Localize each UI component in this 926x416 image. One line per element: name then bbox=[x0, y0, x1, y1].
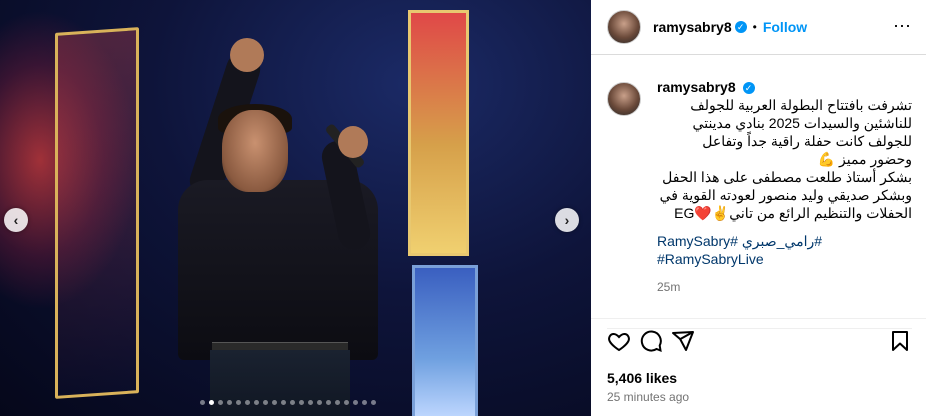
post-timestamp: 25 minutes ago bbox=[607, 390, 690, 404]
post-header: ramysabry8 ✓ • Follow ⋯ bbox=[591, 0, 926, 55]
share-icon[interactable] bbox=[671, 329, 695, 353]
chevron-left-icon: ‹ bbox=[13, 212, 19, 228]
action-bar bbox=[607, 328, 912, 353]
carousel-dot bbox=[353, 400, 358, 405]
comment-icon[interactable] bbox=[639, 329, 663, 353]
separator-dot: • bbox=[752, 20, 757, 34]
next-slide-button[interactable]: › bbox=[555, 208, 579, 232]
divider bbox=[591, 318, 926, 319]
carousel-dot bbox=[227, 400, 232, 405]
caption-username[interactable]: ramysabry8 bbox=[657, 79, 736, 95]
carousel-dot bbox=[299, 400, 304, 405]
previous-slide-button[interactable]: ‹ bbox=[4, 208, 28, 232]
carousel-dot bbox=[263, 400, 268, 405]
bookmark-icon[interactable] bbox=[888, 329, 912, 353]
carousel-dot bbox=[254, 400, 259, 405]
carousel-dot bbox=[290, 400, 295, 405]
carousel-indicator bbox=[200, 400, 376, 405]
carousel-dot bbox=[272, 400, 277, 405]
carousel-dot bbox=[335, 400, 340, 405]
carousel-dot bbox=[371, 400, 376, 405]
carousel-dot bbox=[344, 400, 349, 405]
carousel-dot bbox=[317, 400, 322, 405]
carousel-dot bbox=[236, 400, 241, 405]
verified-badge-icon: ✓ bbox=[734, 21, 747, 33]
carousel-dot bbox=[326, 400, 331, 405]
performer-figure bbox=[170, 38, 400, 416]
hashtags[interactable]: #رامي_صبري #RamySabry #RamySabryLive bbox=[657, 232, 912, 268]
caption-block: ramysabry8 ✓ تشرفت بافتتاح البطولة العرب… bbox=[607, 78, 912, 296]
caption-text: تشرفت بافتتاح البطولة العربية للجولف للن… bbox=[659, 97, 912, 221]
more-options-icon[interactable]: ⋯ bbox=[893, 16, 912, 37]
post-media[interactable]: ‹ › bbox=[0, 0, 591, 416]
carousel-dot bbox=[362, 400, 367, 405]
username-link[interactable]: ramysabry8 bbox=[653, 19, 732, 35]
stage-screen-right-lower bbox=[412, 265, 478, 416]
heart-icon[interactable] bbox=[607, 329, 631, 353]
like-count[interactable]: 5,406 likes bbox=[607, 370, 677, 386]
carousel-dot bbox=[308, 400, 313, 405]
carousel-dot bbox=[209, 400, 214, 405]
carousel-dot bbox=[281, 400, 286, 405]
avatar[interactable] bbox=[607, 10, 641, 44]
stage-screen-left bbox=[55, 27, 139, 399]
chevron-right-icon: › bbox=[564, 212, 570, 228]
caption-timestamp: 25m bbox=[657, 280, 681, 294]
carousel-dot bbox=[200, 400, 205, 405]
follow-button[interactable]: Follow bbox=[763, 19, 807, 35]
post-sidebar: ramysabry8 ✓ • Follow ⋯ ramysabry8 ✓ تشر… bbox=[591, 0, 926, 416]
stage-screen-right bbox=[408, 10, 469, 256]
verified-badge-icon: ✓ bbox=[742, 82, 755, 95]
carousel-dot bbox=[218, 400, 223, 405]
caption-avatar[interactable] bbox=[607, 82, 641, 116]
carousel-dot bbox=[245, 400, 250, 405]
